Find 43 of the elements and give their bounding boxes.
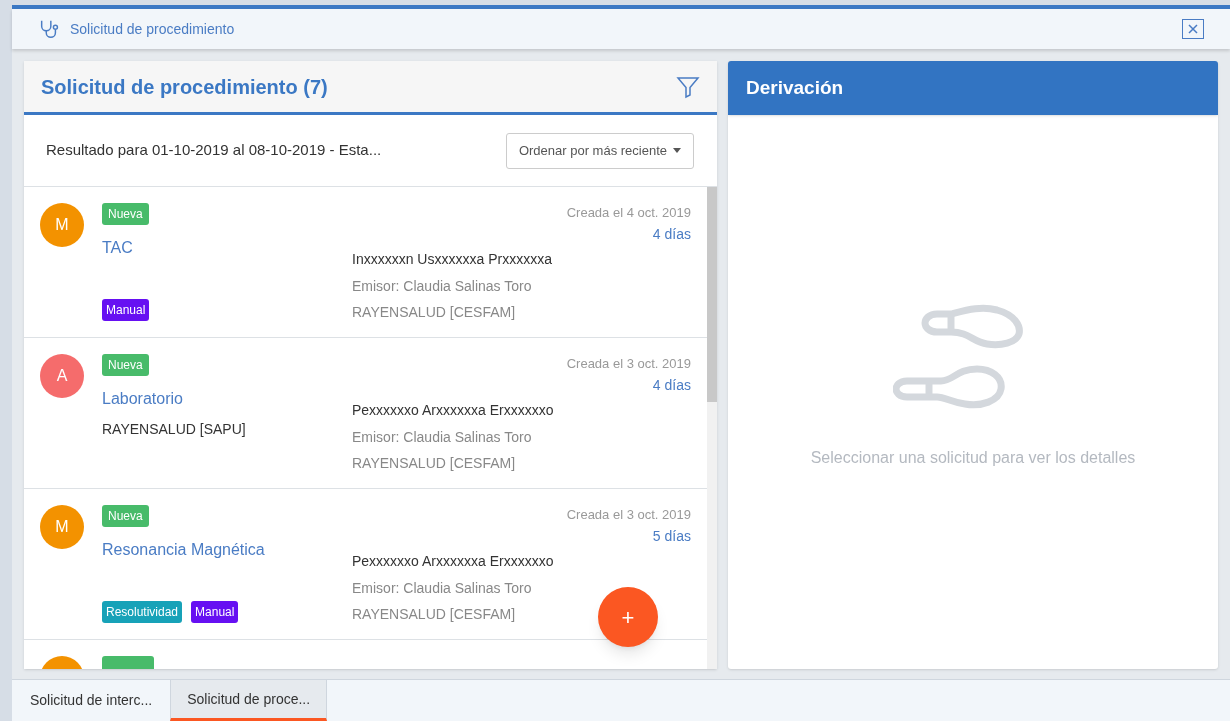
window-title: Solicitud de procedimiento bbox=[70, 19, 235, 39]
origin-text: RAYENSALUD [CESFAM] bbox=[352, 453, 516, 473]
status-tag: Nueva bbox=[102, 203, 149, 225]
origin-text: RAYENSALUD [CESFAM] bbox=[352, 302, 516, 322]
close-button[interactable] bbox=[1182, 19, 1204, 39]
tag: Manual bbox=[102, 299, 150, 321]
scrollbar-thumb[interactable] bbox=[707, 187, 717, 402]
result-text: Resultado para 01-10-2019 al 08-10-2019 - Esta... bbox=[46, 140, 382, 161]
issuer-text: Emisor: Claudia Salinas Toro bbox=[352, 427, 532, 447]
status-tag: Nueva bbox=[102, 354, 149, 376]
created-date: Creada el 4 oct. 2019 bbox=[566, 204, 691, 222]
avatar: A bbox=[40, 354, 84, 398]
procedure-title[interactable]: TAC bbox=[102, 236, 133, 260]
sort-dropdown[interactable]: Ordenar por más reciente bbox=[505, 132, 694, 169]
panel-title: Derivación bbox=[746, 75, 844, 100]
tag: Manual bbox=[191, 601, 239, 623]
filter-icon[interactable] bbox=[676, 74, 700, 99]
close-icon bbox=[1188, 24, 1198, 34]
created-date: Creada el 3 oct. 2019 bbox=[566, 355, 691, 373]
issuer-text: Emisor: Claudia Salinas Toro bbox=[352, 276, 532, 296]
tag: Resolutividad bbox=[102, 601, 183, 623]
avatar: M bbox=[40, 505, 84, 549]
age-text: 5 días bbox=[652, 526, 691, 546]
age-text: 4 días bbox=[652, 224, 691, 244]
patient-name: Pexxxxxxo Arxxxxxxa Erxxxxxxo bbox=[352, 400, 554, 420]
issuer-text: Emisor: Claudia Salinas Toro bbox=[352, 578, 532, 598]
subtitle: RAYENSALUD [SAPU] bbox=[102, 420, 246, 439]
bottom-tab[interactable]: Solicitud de proce... bbox=[170, 680, 328, 721]
age-text: 4 días bbox=[652, 375, 691, 395]
caret-icon bbox=[673, 148, 681, 153]
created-date: Creada el 3 oct. 2019 bbox=[566, 506, 691, 524]
avatar: M bbox=[40, 203, 84, 247]
add-button[interactable]: + bbox=[598, 587, 658, 647]
procedure-title[interactable]: Resonancia Magnética bbox=[102, 538, 265, 562]
origin-text: RAYENSALUD [CESFAM] bbox=[352, 604, 516, 624]
stethoscope-icon bbox=[38, 18, 60, 40]
status-tag: Nueva bbox=[102, 505, 149, 527]
patient-name: Pexxxxxxo Arxxxxxxa Erxxxxxxo bbox=[352, 551, 554, 571]
patient-name: Inxxxxxxn Usxxxxxxa Prxxxxxxa bbox=[352, 249, 552, 269]
procedure-title[interactable]: Laboratorio bbox=[102, 387, 183, 411]
bottom-tab[interactable]: Solicitud de interc... bbox=[12, 680, 171, 721]
empty-message: Seleccionar una solicitud para ver los detalles bbox=[810, 448, 1136, 468]
panel-title: Solicitud de procedimiento (7) bbox=[41, 74, 328, 100]
